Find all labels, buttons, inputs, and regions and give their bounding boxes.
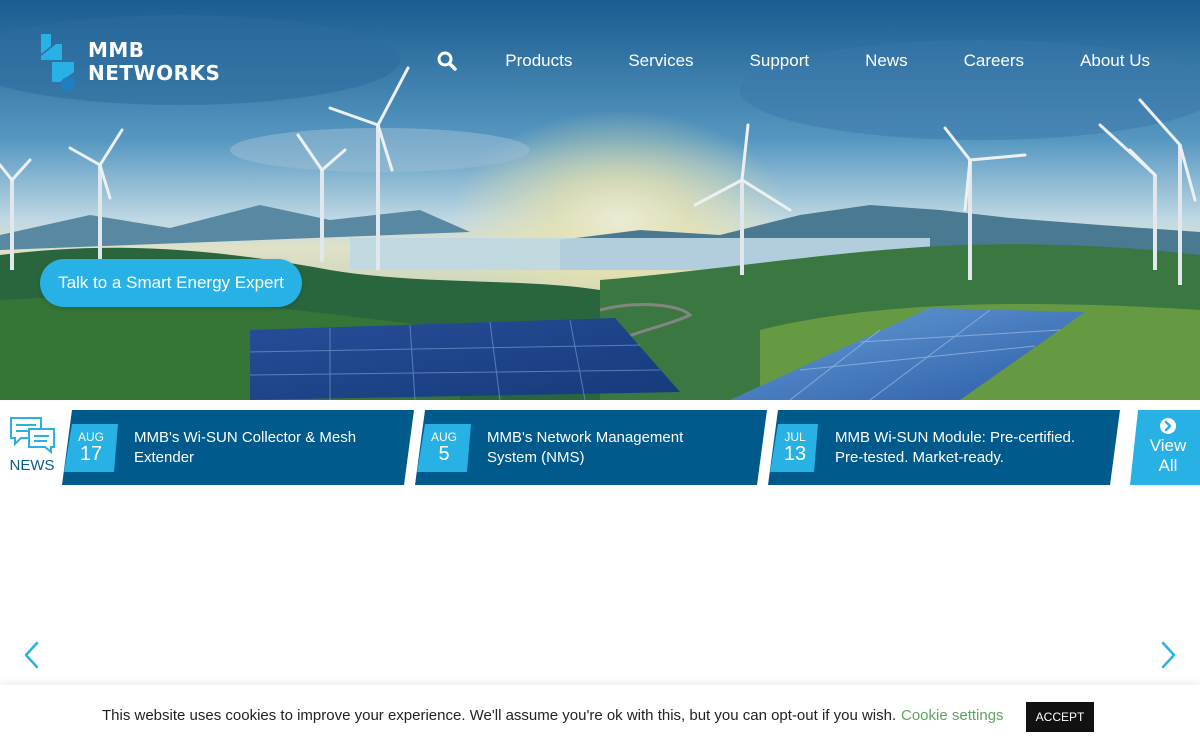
- cookie-consent-bar: This website uses cookies to improve you…: [0, 685, 1200, 750]
- nav-item-support[interactable]: Support: [750, 51, 810, 71]
- news-section-label: NEWS: [4, 415, 60, 474]
- news-date-month: JUL: [784, 430, 806, 444]
- news-card-title: MMB Wi-SUN Module: Pre-certified. Pre-te…: [835, 429, 1076, 466]
- previous-arrow-icon[interactable]: [20, 640, 44, 670]
- hero-banner: MMB NETWORKS Products Services Support N…: [0, 0, 1200, 400]
- news-card-title: MMB's Network Management System (NMS): [487, 429, 684, 466]
- news-card[interactable]: AUG 17 MMB's Wi-SUN Collector & Mesh Ext…: [62, 410, 414, 485]
- news-date-day: 17: [79, 443, 103, 465]
- news-date-month: AUG: [430, 430, 457, 444]
- news-card-title: MMB's Wi-SUN Collector & Mesh Extender: [134, 429, 357, 466]
- mmb-logo-mark-icon: [41, 34, 75, 91]
- view-all-label-line1: View: [1149, 436, 1187, 455]
- brand-name: MMB NETWORKS: [88, 39, 220, 85]
- accept-cookies-button[interactable]: ACCEPT: [1026, 702, 1094, 732]
- brand-name-line1: MMB: [88, 38, 145, 62]
- nav-item-about-us[interactable]: About Us: [1080, 51, 1150, 71]
- news-card[interactable]: JUL 13 MMB Wi-SUN Module: Pre-certified.…: [768, 410, 1120, 485]
- main-nav: Products Services Support News Careers A…: [437, 50, 1150, 72]
- news-date-badge: JUL 13: [772, 424, 818, 472]
- next-arrow-icon[interactable]: [1156, 640, 1180, 670]
- news-date-month: AUG: [77, 430, 104, 444]
- news-date-badge: AUG 17: [66, 424, 116, 472]
- nav-item-products[interactable]: Products: [505, 51, 572, 71]
- news-date-day: 5: [438, 443, 450, 465]
- brand-logo[interactable]: MMB NETWORKS: [38, 32, 220, 92]
- view-all-news-button[interactable]: View All: [1130, 410, 1200, 485]
- view-all-label-line2: All: [1158, 456, 1178, 475]
- cookie-settings-link[interactable]: Cookie settings: [901, 707, 1004, 724]
- view-all-label: View All: [1138, 436, 1198, 476]
- talk-to-expert-button[interactable]: Talk to a Smart Energy Expert: [40, 259, 302, 307]
- news-date-badge: AUG 5: [419, 424, 469, 472]
- news-card[interactable]: AUG 5 MMB's Network Management System (N…: [415, 410, 767, 485]
- cookie-message: This website uses cookies to improve you…: [102, 707, 897, 724]
- nav-item-news[interactable]: News: [865, 51, 908, 71]
- search-icon[interactable]: [437, 50, 457, 72]
- nav-item-careers[interactable]: Careers: [964, 51, 1024, 71]
- news-label-text: NEWS: [9, 457, 55, 474]
- nav-item-services[interactable]: Services: [628, 51, 693, 71]
- chat-bubbles-icon: [10, 417, 55, 455]
- news-date-day: 13: [783, 443, 807, 465]
- brand-name-line2: NETWORKS: [88, 61, 221, 85]
